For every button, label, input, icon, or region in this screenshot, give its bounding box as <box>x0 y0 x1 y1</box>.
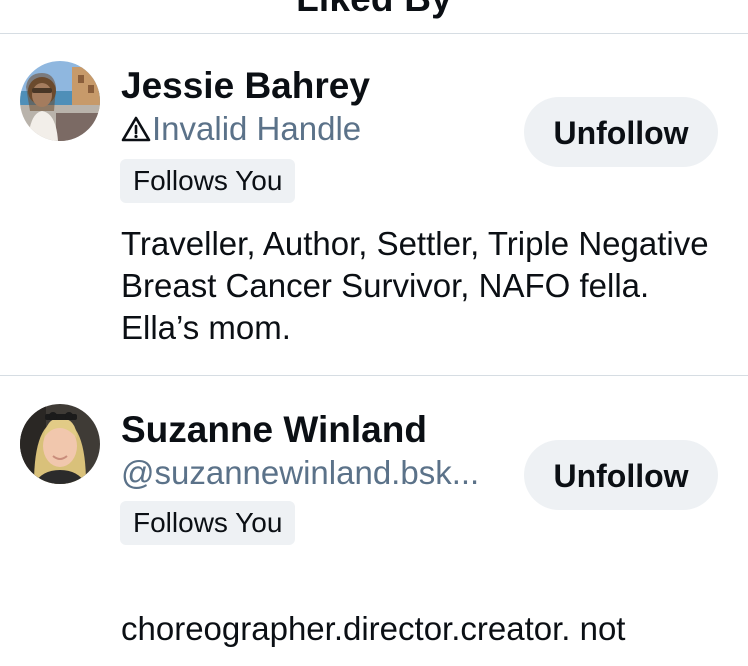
unfollow-button[interactable]: Unfollow <box>524 97 718 167</box>
user-display-name[interactable]: Suzanne Winland <box>121 409 427 451</box>
user-bio: Traveller, Author, Settler, Triple Negat… <box>121 225 709 346</box>
user-handle-text: Invalid Handle <box>152 110 362 147</box>
user-list-item[interactable]: Jessie Bahrey Invalid Handle Follows You… <box>0 34 748 376</box>
follows-you-badge: Follows You <box>120 501 296 545</box>
user-handle: @suzannewinland.bsk... <box>121 454 480 491</box>
avatar[interactable] <box>20 404 100 484</box>
page-title: Liked By <box>0 0 748 20</box>
follows-you-badge: Follows You <box>120 159 296 203</box>
unfollow-button[interactable]: Unfollow <box>524 440 718 510</box>
user-handle: Invalid Handle <box>121 110 361 148</box>
warning-triangle-icon <box>121 116 151 142</box>
user-bio: choreographer.director.creator. not <box>121 610 626 647</box>
top-bar: Liked By <box>0 0 748 34</box>
user-list-item[interactable]: Suzanne Winland @suzannewinland.bsk... F… <box>0 376 748 666</box>
user-display-name[interactable]: Jessie Bahrey <box>121 65 370 107</box>
avatar[interactable] <box>20 61 100 141</box>
